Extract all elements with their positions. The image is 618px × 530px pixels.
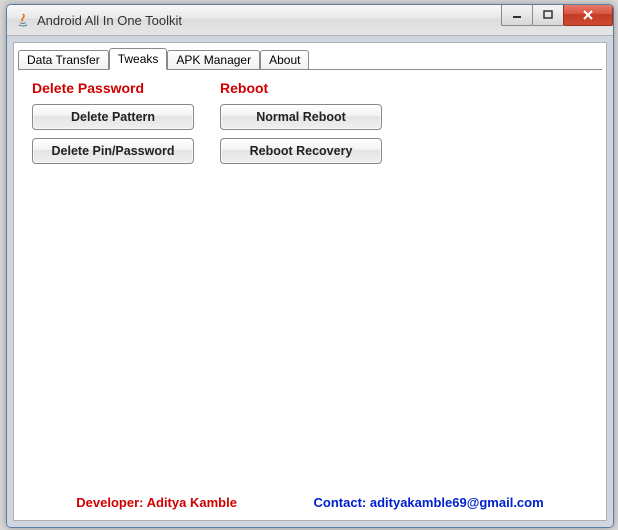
reboot-recovery-button[interactable]: Reboot Recovery	[220, 138, 382, 164]
normal-reboot-button[interactable]: Normal Reboot	[220, 104, 382, 130]
tabstrip: Data Transfer Tweaks APK Manager About	[14, 44, 606, 70]
client-area: Data Transfer Tweaks APK Manager About D…	[7, 36, 613, 527]
java-icon	[15, 12, 31, 28]
window-controls	[502, 5, 613, 27]
footer: Developer: Aditya Kamble Contact: aditya…	[18, 491, 602, 516]
window-title: Android All In One Toolkit	[37, 13, 182, 28]
tab-tweaks[interactable]: Tweaks	[109, 48, 168, 70]
reboot-header: Reboot	[220, 80, 388, 96]
titlebar[interactable]: Android All In One Toolkit	[7, 5, 613, 36]
developer-label: Developer: Aditya Kamble	[76, 495, 237, 510]
delete-password-section: Delete Password Delete Pattern Delete Pi…	[32, 80, 200, 172]
contact-label: Contact: adityakamble69@gmail.com	[314, 495, 544, 510]
inner-panel: Data Transfer Tweaks APK Manager About D…	[13, 42, 607, 521]
minimize-button[interactable]	[501, 5, 533, 26]
delete-pattern-button[interactable]: Delete Pattern	[32, 104, 194, 130]
close-button[interactable]	[563, 5, 613, 26]
maximize-button[interactable]	[532, 5, 564, 26]
delete-password-header: Delete Password	[32, 80, 200, 96]
delete-pin-password-button[interactable]: Delete Pin/Password	[32, 138, 194, 164]
app-window: Android All In One Toolkit Data Transfer…	[6, 4, 614, 528]
tab-content-tweaks: Delete Password Delete Pattern Delete Pi…	[18, 69, 602, 491]
reboot-section: Reboot Normal Reboot Reboot Recovery	[220, 80, 388, 172]
